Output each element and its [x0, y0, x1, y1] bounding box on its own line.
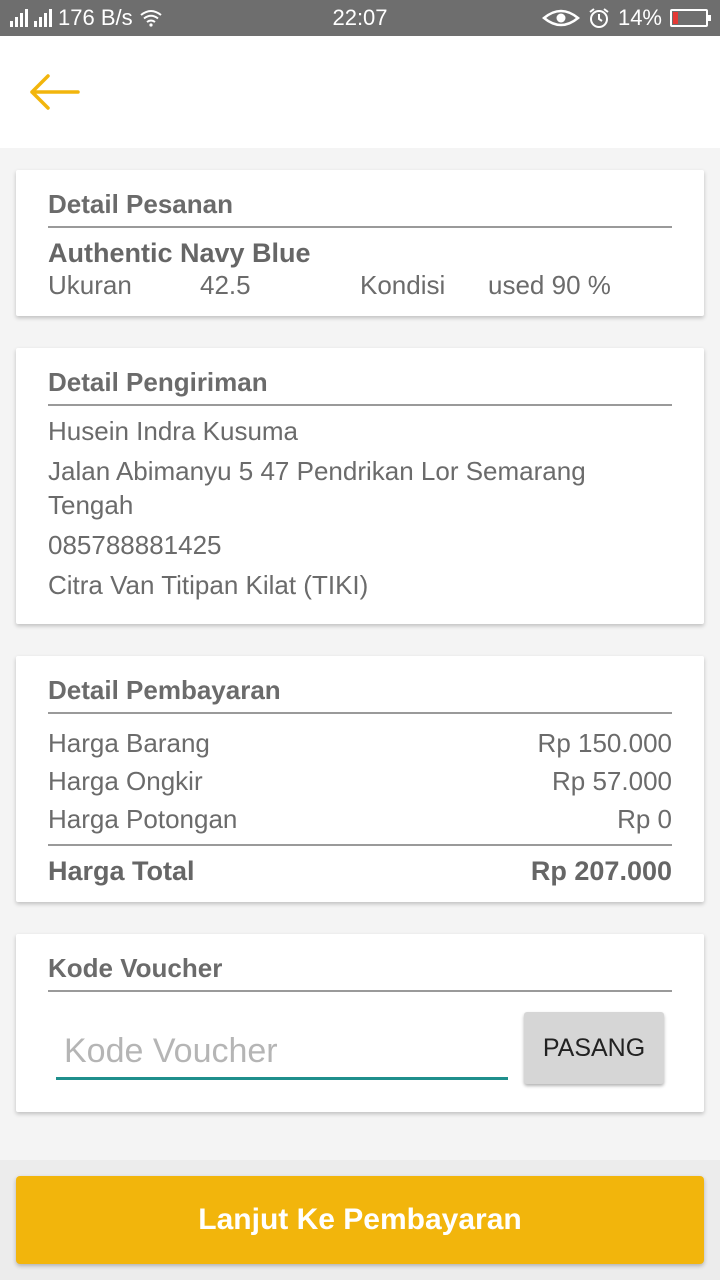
order-detail-title: Detail Pesanan [48, 189, 233, 219]
battery-percent: 14% [617, 5, 662, 30]
payment-detail-title: Detail Pembayaran [48, 675, 281, 705]
condition-value: used 90 % [488, 270, 611, 300]
divider [48, 844, 672, 846]
payment-row-label: Harga Ongkir [48, 766, 203, 796]
status-right: 14% [541, 5, 711, 31]
continue-to-payment-button[interactable]: Lanjut Ke Pembayaran [16, 1176, 704, 1264]
payment-row-label: Harga Barang [48, 728, 210, 758]
voucher-card: Kode Voucher PASANG [16, 934, 704, 1112]
address-line-1: Jalan Abimanyu 5 47 Pendrikan Lor Semara… [48, 456, 586, 486]
payment-detail-card: Detail Pembayaran Harga Barang Rp 150.00… [16, 656, 704, 902]
size-label: Ukuran [48, 270, 132, 300]
battery-icon [670, 9, 711, 27]
eye-icon [541, 9, 580, 27]
voucher-input[interactable] [56, 1026, 508, 1080]
divider [48, 404, 672, 406]
order-detail-card: Detail Pesanan Authentic Navy Blue Ukura… [16, 170, 704, 316]
apply-voucher-button[interactable]: PASANG [524, 1012, 664, 1084]
alarm-icon [589, 8, 609, 28]
size-value: 42.5 [200, 270, 251, 300]
condition-label: Kondisi [360, 270, 446, 300]
arrow-left-icon [30, 74, 80, 110]
back-button[interactable] [24, 64, 84, 120]
voucher-title: Kode Voucher [48, 953, 223, 983]
total-label: Harga Total [48, 856, 195, 886]
payment-row-value: Rp 57.000 [552, 766, 672, 796]
courier-name: Citra Van Titipan Kilat (TIKI) [48, 570, 369, 600]
phone-number: 085788881425 [48, 530, 222, 560]
payment-row-value: Rp 150.000 [537, 728, 672, 758]
divider [48, 712, 672, 714]
status-bar: 176 B/s 22:07 14% [0, 0, 720, 36]
shipping-detail-title: Detail Pengiriman [48, 367, 268, 397]
recipient-name: Husein Indra Kusuma [48, 416, 299, 446]
divider [48, 990, 672, 992]
divider [48, 226, 672, 228]
payment-row-label: Harga Potongan [48, 804, 238, 834]
product-name: Authentic Navy Blue [48, 238, 311, 268]
address-line-2: Tengah [48, 490, 134, 520]
payment-row-value: Rp 0 [617, 804, 672, 834]
total-value: Rp 207.000 [530, 856, 672, 886]
app-bar [0, 36, 720, 148]
shipping-detail-card: Detail Pengiriman Husein Indra Kusuma Ja… [16, 348, 704, 624]
